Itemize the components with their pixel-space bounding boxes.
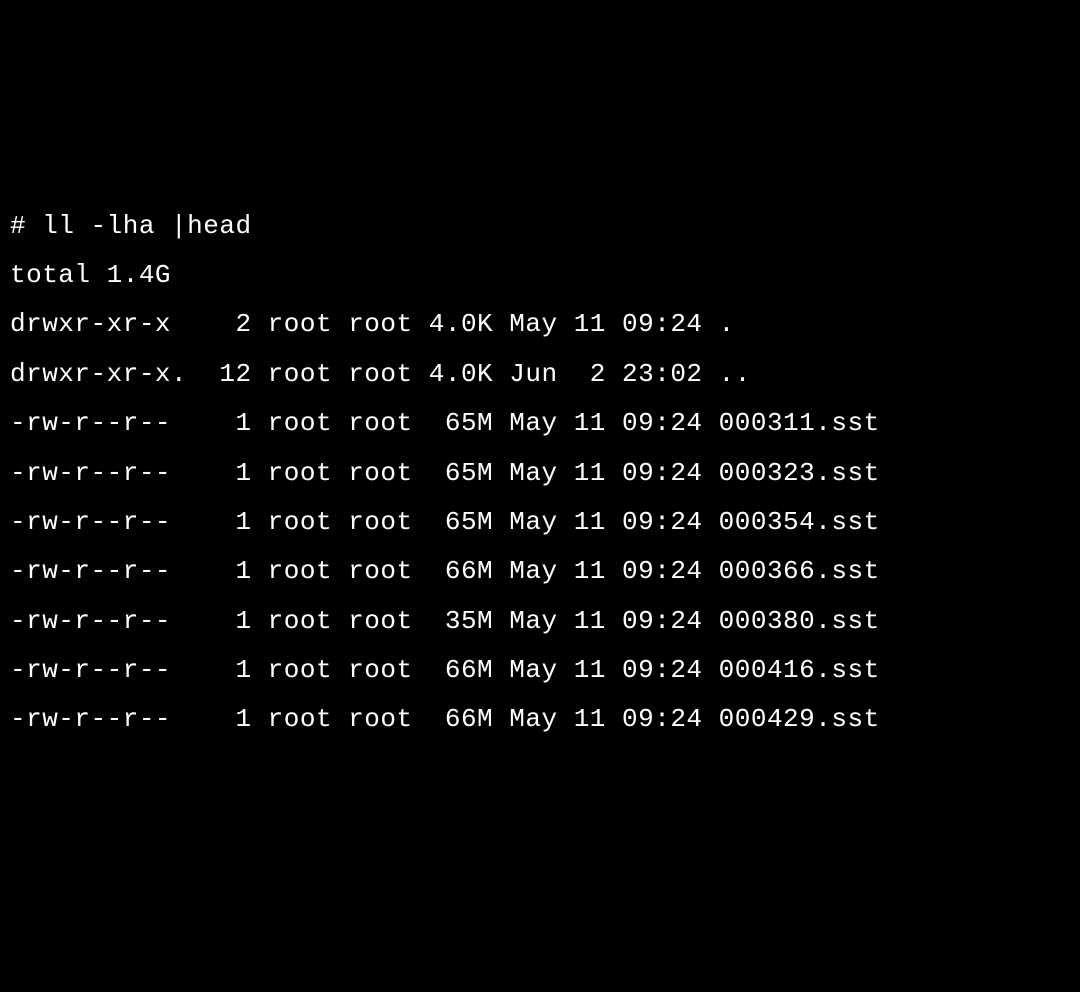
size: 65M: [429, 507, 493, 537]
day: 11: [574, 704, 606, 734]
day: 11: [574, 458, 606, 488]
month: May: [509, 408, 557, 438]
owner: root: [268, 309, 332, 339]
command-line[interactable]: # ll -lha |head: [10, 202, 1070, 251]
filename: .: [719, 309, 735, 339]
time: 09:24: [622, 704, 703, 734]
month: May: [509, 655, 557, 685]
time: 09:24: [622, 458, 703, 488]
owner: root: [268, 507, 332, 537]
size: 65M: [429, 458, 493, 488]
day: 2: [574, 359, 606, 389]
day: 11: [574, 309, 606, 339]
filename: 000380.sst: [719, 606, 880, 636]
links: 1: [203, 606, 251, 636]
perms: -rw-r--r--: [10, 704, 187, 734]
time: 09:24: [622, 408, 703, 438]
time: 09:24: [622, 556, 703, 586]
day: 11: [574, 606, 606, 636]
owner: root: [268, 359, 332, 389]
day: 11: [574, 507, 606, 537]
day: 11: [574, 556, 606, 586]
file-entry: -rw-r--r-- 1 root root 66M May 11 09:24 …: [10, 695, 1070, 744]
size: 66M: [429, 655, 493, 685]
month: May: [509, 309, 557, 339]
month: May: [509, 507, 557, 537]
perms: -rw-r--r--: [10, 408, 187, 438]
group: root: [348, 458, 412, 488]
owner: root: [268, 458, 332, 488]
owner: root: [268, 408, 332, 438]
filename: 000416.sst: [719, 655, 880, 685]
file-entry: -rw-r--r-- 1 root root 66M May 11 09:24 …: [10, 646, 1070, 695]
filename: 000311.sst: [719, 408, 880, 438]
command-text: ll -lha |head: [42, 211, 251, 241]
links: 1: [203, 655, 251, 685]
time: 23:02: [622, 359, 703, 389]
prompt: #: [10, 211, 42, 241]
links: 1: [203, 408, 251, 438]
filename: 000354.sst: [719, 507, 880, 537]
day: 11: [574, 408, 606, 438]
group: root: [348, 408, 412, 438]
perms: -rw-r--r--: [10, 458, 187, 488]
file-listing: drwxr-xr-x 2 root root 4.0K May 11 09:24…: [10, 300, 1070, 745]
size: 4.0K: [429, 359, 493, 389]
group: root: [348, 359, 412, 389]
links: 2: [203, 309, 251, 339]
links: 1: [203, 507, 251, 537]
time: 09:24: [622, 309, 703, 339]
perms: -rw-r--r--: [10, 655, 187, 685]
file-entry: drwxr-xr-x 2 root root 4.0K May 11 09:24…: [10, 300, 1070, 349]
month: Jun: [509, 359, 557, 389]
group: root: [348, 704, 412, 734]
group: root: [348, 556, 412, 586]
file-entry: -rw-r--r-- 1 root root 35M May 11 09:24 …: [10, 597, 1070, 646]
total-line: total 1.4G: [10, 251, 1070, 300]
filename: ..: [719, 359, 751, 389]
month: May: [509, 556, 557, 586]
month: May: [509, 704, 557, 734]
perms: -rw-r--r--: [10, 606, 187, 636]
time: 09:24: [622, 655, 703, 685]
links: 1: [203, 704, 251, 734]
file-entry: drwxr-xr-x. 12 root root 4.0K Jun 2 23:0…: [10, 350, 1070, 399]
group: root: [348, 606, 412, 636]
perms: drwxr-xr-x.: [10, 359, 187, 389]
perms: -rw-r--r--: [10, 507, 187, 537]
month: May: [509, 458, 557, 488]
owner: root: [268, 704, 332, 734]
perms: drwxr-xr-x: [10, 309, 187, 339]
size: 35M: [429, 606, 493, 636]
filename: 000366.sst: [719, 556, 880, 586]
links: 12: [203, 359, 251, 389]
perms: -rw-r--r--: [10, 556, 187, 586]
group: root: [348, 507, 412, 537]
owner: root: [268, 556, 332, 586]
size: 66M: [429, 556, 493, 586]
group: root: [348, 655, 412, 685]
size: 65M: [429, 408, 493, 438]
group: root: [348, 309, 412, 339]
owner: root: [268, 655, 332, 685]
links: 1: [203, 556, 251, 586]
links: 1: [203, 458, 251, 488]
file-entry: -rw-r--r-- 1 root root 66M May 11 09:24 …: [10, 547, 1070, 596]
size: 4.0K: [429, 309, 493, 339]
time: 09:24: [622, 507, 703, 537]
file-entry: -rw-r--r-- 1 root root 65M May 11 09:24 …: [10, 498, 1070, 547]
month: May: [509, 606, 557, 636]
size: 66M: [429, 704, 493, 734]
owner: root: [268, 606, 332, 636]
file-entry: -rw-r--r-- 1 root root 65M May 11 09:24 …: [10, 399, 1070, 448]
filename: 000429.sst: [719, 704, 880, 734]
file-entry: -rw-r--r-- 1 root root 65M May 11 09:24 …: [10, 449, 1070, 498]
filename: 000323.sst: [719, 458, 880, 488]
time: 09:24: [622, 606, 703, 636]
day: 11: [574, 655, 606, 685]
